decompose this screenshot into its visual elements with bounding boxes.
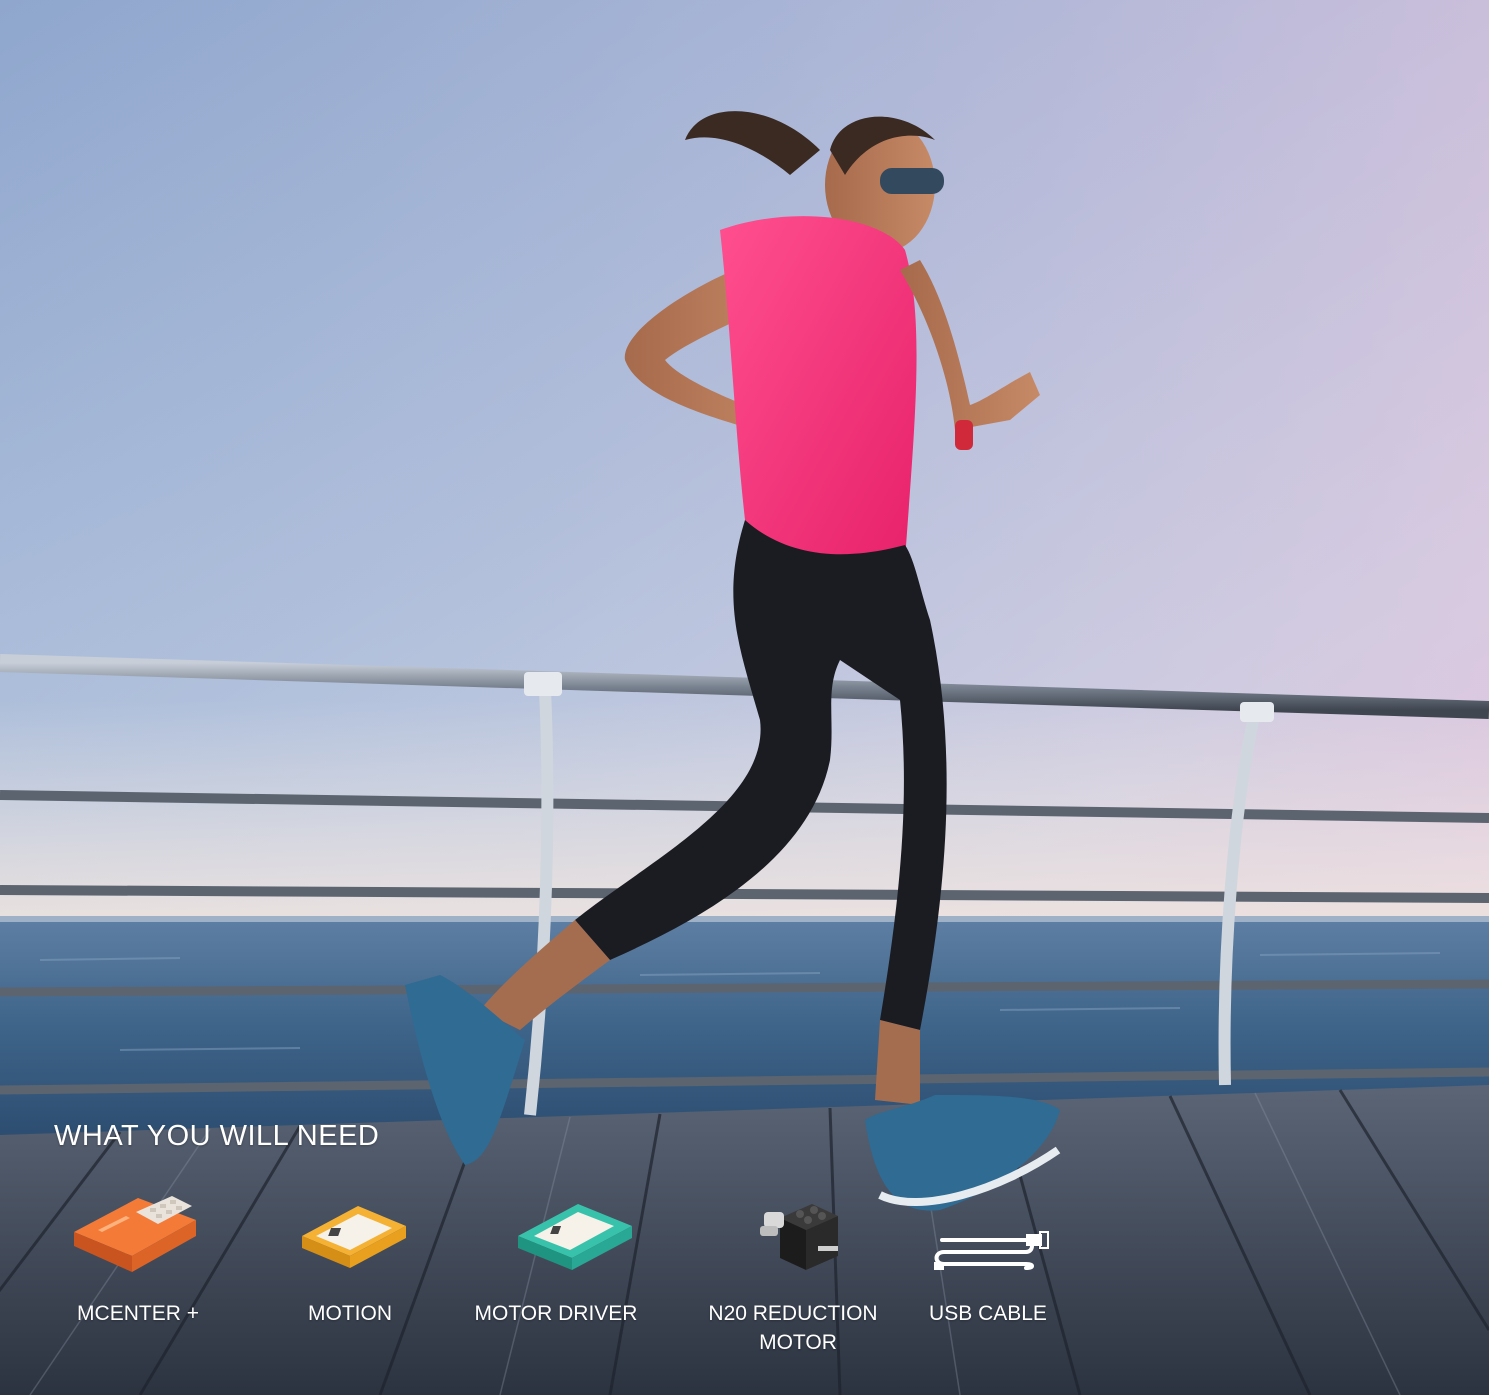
item-label-n20-motor-line2: MOTOR xyxy=(759,1331,837,1354)
motor-driver-module-icon xyxy=(518,1204,632,1270)
item-label-mcenter: MCENTER + xyxy=(77,1302,199,1325)
hero-photo xyxy=(0,0,1489,1395)
n20-motor-icon xyxy=(760,1204,838,1270)
motion-module-icon xyxy=(302,1206,406,1268)
item-label-usb-cable: USB CABLE xyxy=(929,1302,1047,1325)
section-heading: WHAT YOU WILL NEED xyxy=(54,1120,380,1152)
item-label-n20-motor-line1: N20 REDUCTION xyxy=(708,1302,878,1325)
item-label-motor-driver: MOTOR DRIVER xyxy=(474,1302,638,1325)
usb-cable-icon xyxy=(934,1231,1049,1270)
mcenter-module-icon xyxy=(74,1196,196,1272)
item-label-motion: MOTION xyxy=(308,1302,392,1325)
